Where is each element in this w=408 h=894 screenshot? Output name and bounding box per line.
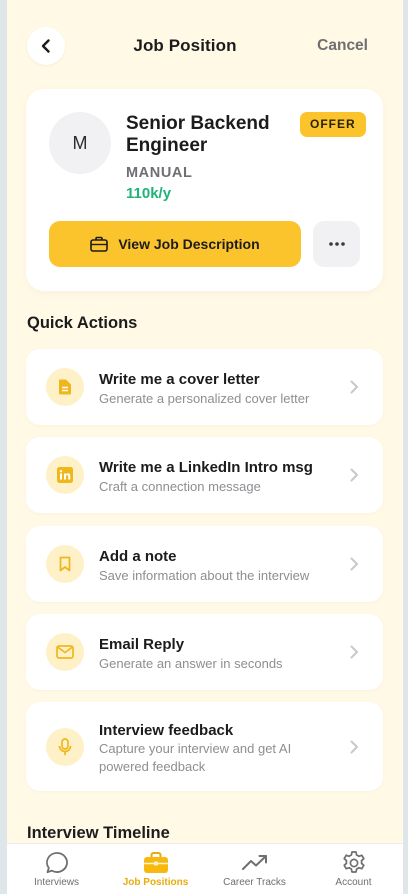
job-card: M Senior Backend Engineer OFFER MANUAL 1… xyxy=(26,89,383,291)
chevron-right-icon xyxy=(350,645,358,659)
action-linkedin-intro[interactable]: Write me a LinkedIn Intro msg Craft a co… xyxy=(26,437,383,513)
gear-icon xyxy=(342,851,365,873)
job-type: MANUAL xyxy=(126,165,193,181)
action-icon-wrap xyxy=(46,633,84,671)
briefcase-icon xyxy=(90,236,109,252)
action-subtitle: Generate an answer in seconds xyxy=(99,656,283,671)
action-cover-letter[interactable]: Write me a cover letter Generate a perso… xyxy=(26,349,383,425)
status-badge: OFFER xyxy=(300,112,366,137)
document-icon xyxy=(59,379,71,395)
action-title: Write me a LinkedIn Intro msg xyxy=(99,459,313,476)
action-subtitle: Capture your interview and get AI powere… xyxy=(99,741,292,774)
tab-bar: Interviews Job Positions Career Tracks A… xyxy=(7,843,403,894)
more-options-button[interactable] xyxy=(313,221,360,267)
bookmark-icon xyxy=(59,556,71,572)
tab-interviews[interactable]: Interviews xyxy=(7,844,106,894)
avatar: M xyxy=(49,112,111,174)
chevron-right-icon xyxy=(350,557,358,571)
action-add-note[interactable]: Add a note Save information about the in… xyxy=(26,526,383,602)
action-interview-feedback[interactable]: Interview feedback Capture your intervie… xyxy=(26,702,383,791)
tab-job-positions[interactable]: Job Positions xyxy=(106,844,205,894)
interview-timeline-title: Interview Timeline xyxy=(27,824,170,842)
action-icon-wrap xyxy=(46,368,84,406)
chevron-right-icon xyxy=(350,380,358,394)
page-title: Job Position xyxy=(133,36,237,55)
job-title: Senior Backend Engineer xyxy=(126,113,270,156)
mail-icon xyxy=(56,645,74,659)
more-dots-icon xyxy=(328,242,345,246)
tab-career-tracks[interactable]: Career Tracks xyxy=(205,844,304,894)
action-title: Interview feedback xyxy=(99,722,234,739)
action-icon-wrap xyxy=(46,456,84,494)
view-job-description-label: View Job Description xyxy=(118,236,260,252)
action-title: Write me a cover letter xyxy=(99,371,260,388)
chevron-right-icon xyxy=(350,468,358,482)
linkedin-icon xyxy=(57,467,73,483)
app-screen: Job Position Cancel M Senior Backend Eng… xyxy=(7,0,403,894)
cancel-button[interactable]: Cancel xyxy=(317,37,368,55)
trending-up-icon xyxy=(241,855,267,870)
action-email-reply[interactable]: Email Reply Generate an answer in second… xyxy=(26,614,383,690)
tab-label: Job Positions xyxy=(122,877,189,888)
chevron-right-icon xyxy=(350,740,358,754)
briefcase-icon xyxy=(143,852,168,873)
job-salary: 110k/y xyxy=(126,185,172,202)
action-title: Email Reply xyxy=(99,636,185,653)
chat-bubble-icon xyxy=(45,852,68,874)
tab-label: Account xyxy=(335,877,372,888)
view-job-description-button[interactable]: View Job Description xyxy=(49,221,301,267)
tab-account[interactable]: Account xyxy=(304,844,403,894)
action-subtitle: Generate a personalized cover letter xyxy=(99,391,310,406)
microphone-icon xyxy=(58,738,72,756)
action-icon-wrap xyxy=(46,728,84,766)
header: Job Position Cancel xyxy=(7,0,403,92)
tab-label: Interviews xyxy=(33,877,79,888)
action-subtitle: Craft a connection message xyxy=(99,479,261,494)
action-subtitle: Save information about the interview xyxy=(99,568,310,583)
tab-label: Career Tracks xyxy=(223,877,286,888)
quick-actions-title: Quick Actions xyxy=(27,314,138,332)
action-title: Add a note xyxy=(99,548,177,565)
action-icon-wrap xyxy=(46,545,84,583)
